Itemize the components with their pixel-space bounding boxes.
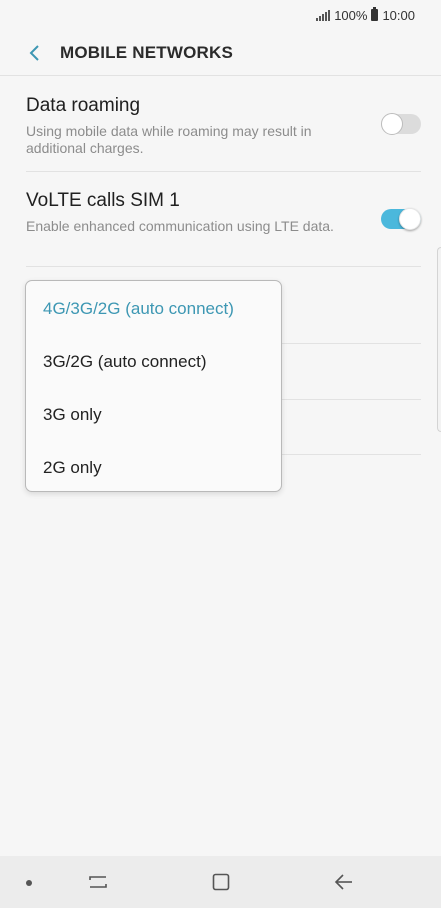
network-mode-dropdown: 4G/3G/2G (auto connect) 3G/2G (auto conn…: [25, 280, 282, 492]
battery-icon: [371, 7, 379, 21]
option-4g-3g-2g[interactable]: 4G/3G/2G (auto connect): [26, 282, 281, 335]
keyboard-dot-icon[interactable]: [26, 880, 32, 886]
home-button[interactable]: [209, 870, 233, 894]
setting-description: Using mobile data while roaming may resu…: [26, 123, 312, 156]
battery-percent: 100%: [334, 7, 368, 23]
home-icon: [212, 873, 230, 891]
setting-title: Data roaming: [26, 95, 141, 116]
back-button[interactable]: [14, 32, 56, 74]
chevron-left-icon: [29, 44, 39, 61]
nav-back-button[interactable]: [332, 870, 356, 894]
setting-description: Enable enhanced communication using LTE …: [26, 218, 334, 234]
option-3g-only[interactable]: 3G only: [26, 388, 281, 441]
option-3g-2g[interactable]: 3G/2G (auto connect): [26, 335, 281, 388]
navigation-bar: [0, 856, 441, 908]
volte-toggle[interactable]: [381, 208, 421, 230]
setting-volte[interactable]: VoLTE calls SIM 1 Enable enhanced commun…: [26, 172, 421, 267]
option-2g-only[interactable]: 2G only: [26, 441, 281, 494]
signal-icon: [316, 9, 331, 21]
back-arrow-icon: [334, 874, 352, 890]
app-header: MOBILE NETWORKS: [0, 30, 441, 76]
toggle-knob: [381, 113, 403, 135]
page-title: MOBILE NETWORKS: [60, 42, 233, 62]
clock: 10:00: [382, 7, 415, 23]
data-roaming-toggle[interactable]: [381, 113, 421, 135]
setting-data-roaming[interactable]: Data roaming Using mobile data while roa…: [26, 77, 421, 172]
status-bar: 100% 10:00: [0, 0, 441, 30]
recent-apps-button[interactable]: [86, 870, 110, 894]
edge-panel-handle[interactable]: [437, 247, 441, 432]
screen: 100% 10:00 MOBILE NETWORKS Data roaming …: [0, 0, 441, 908]
toggle-knob: [399, 208, 421, 230]
setting-title: VoLTE calls SIM 1: [26, 190, 180, 211]
recent-apps-icon: [89, 876, 107, 888]
